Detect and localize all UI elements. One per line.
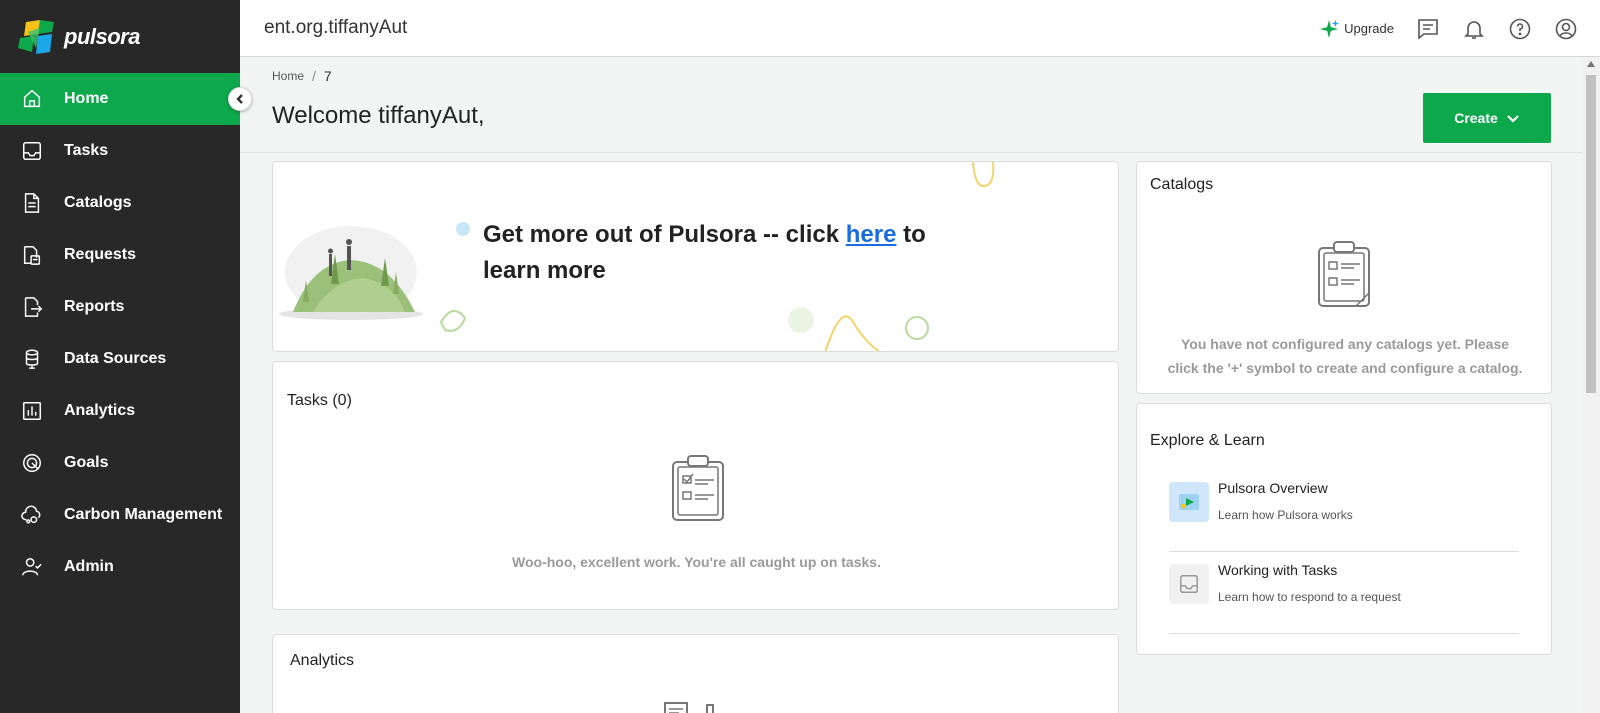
bell-icon[interactable] [1462,17,1486,41]
user-check-icon [20,555,44,579]
chevron-left-icon [236,94,243,104]
sidebar-item-label: Admin [64,558,114,575]
analytics-empty-icon [664,702,714,713]
sidebar-item-label: Data Sources [64,350,167,367]
home-icon [20,87,44,111]
clipboard-list-icon [1318,241,1370,307]
tasks-card: Tasks (0) Woo-hoo, excellent work. You'r… [272,361,1119,610]
create-button[interactable]: Create [1423,93,1551,143]
sidebar-item-label: Tasks [64,142,109,159]
catalogs-card: Catalogs You have not configured any cat… [1136,161,1552,394]
tasks-empty-message: Woo-hoo, excellent work. You're all caug… [512,554,881,570]
sidebar-item-admin[interactable]: Admin [0,541,240,593]
chevron-down-icon [1507,115,1519,123]
sidebar-item-tasks[interactable]: Tasks [0,125,240,177]
upgrade-label: Upgrade [1344,21,1394,36]
video-thumbnail-icon [1169,482,1209,522]
breadcrumb: Home / 7 [272,68,332,84]
sidebar-item-data-sources[interactable]: Data Sources [0,333,240,385]
banner-card: Get more out of Pulsora -- click here to… [272,161,1119,352]
sidebar: pulsora Home Tasks Catalogs Requests Rep… [0,0,252,713]
sidebar-item-requests[interactable]: Requests [0,229,240,281]
learn-item-subtitle: Learn how to respond to a request [1218,590,1401,604]
page-title: Welcome tiffanyAut, [272,102,485,129]
inbox-thumbnail-icon [1169,564,1209,604]
clipboard-check-icon [672,455,724,521]
sidebar-item-reports[interactable]: Reports [0,281,240,333]
breadcrumb-home[interactable]: Home [272,69,304,83]
brand[interactable]: pulsora [0,0,240,73]
scrollbar-thumb[interactable] [1586,75,1596,393]
reports-icon [20,295,44,319]
learn-more-link[interactable]: here [846,221,897,248]
sidebar-item-label: Analytics [64,402,136,419]
sidebar-item-label: Goals [64,454,109,471]
top-bar: ent.org.tiffanyAut Upgrade [240,0,1600,57]
learn-item-title: Pulsora Overview [1218,480,1328,496]
learn-item-subtitle: Learn how Pulsora works [1218,508,1353,522]
banner-message: Get more out of Pulsora -- click here to… [483,217,963,289]
learn-item-title: Working with Tasks [1218,562,1338,578]
org-name: ent.org.tiffanyAut [264,17,408,38]
sidebar-item-catalogs[interactable]: Catalogs [0,177,240,229]
sidebar-item-label: Carbon Management [64,506,223,523]
sidebar-item-analytics[interactable]: Analytics [0,385,240,437]
scroll-up-arrow-icon[interactable] [1587,61,1595,67]
explore-title: Explore & Learn [1150,432,1265,449]
catalogs-empty-message: You have not configured any catalogs yet… [1167,336,1523,376]
target-icon [20,451,44,475]
document-icon [20,191,44,215]
cloud-gear-icon [20,503,44,527]
sidebar-item-label: Catalogs [64,194,132,211]
catalogs-title: Catalogs [1150,176,1214,193]
tasks-title: Tasks (0) [287,392,352,409]
messages-icon[interactable] [1416,17,1440,41]
brand-name: pulsora [64,23,140,49]
inbox-icon [20,139,44,163]
sidebar-item-label: Requests [64,246,137,263]
top-actions: Upgrade [1318,0,1578,57]
create-label: Create [1454,110,1498,126]
banner-text-before: Get more out of Pulsora -- click [483,221,846,248]
sidebar-item-label: Home [64,90,109,107]
learn-item-working-with-tasks[interactable]: Working with Tasks Learn how to respond … [1169,552,1519,634]
header-divider [240,152,1582,153]
profile-icon[interactable] [1554,17,1578,41]
sidebar-item-goals[interactable]: Goals [0,437,240,489]
bar-chart-icon [20,399,44,423]
page-scrollbar[interactable] [1582,57,1600,713]
sidebar-item-home[interactable]: Home [0,73,252,125]
sidebar-item-label: Reports [64,298,125,315]
learn-item-pulsora-overview[interactable]: Pulsora Overview Learn how Pulsora works [1169,470,1519,552]
requests-icon [20,243,44,267]
help-icon[interactable] [1508,17,1532,41]
upgrade-button[interactable]: Upgrade [1318,18,1394,40]
explore-learn-card: Explore & Learn Pulsora Overview Learn h… [1136,403,1552,655]
sparkle-icon [1319,19,1340,38]
analytics-title: Analytics [290,652,355,669]
database-icon [20,347,44,371]
collapse-sidebar-button[interactable] [228,87,252,111]
breadcrumb-separator: / [312,68,316,84]
breadcrumb-current: 7 [323,68,332,84]
sidebar-item-carbon-management[interactable]: Carbon Management [0,489,240,541]
analytics-card: Analytics [272,634,1119,713]
pulsora-logo-icon [18,18,56,56]
